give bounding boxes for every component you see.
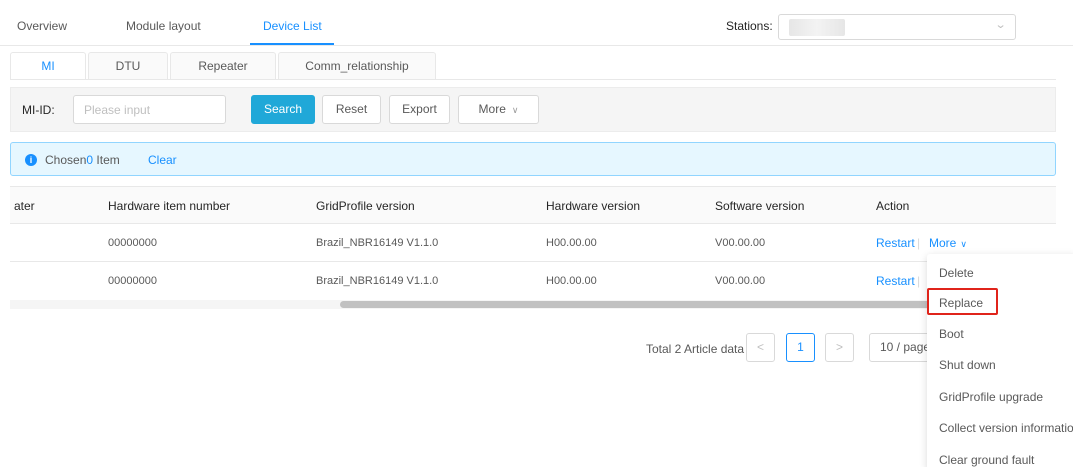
tab-device-list[interactable]: Device List (263, 0, 322, 46)
cell-software-version: V00.00.00 (715, 237, 766, 249)
cell-gridprofile-version: Brazil_NBR16149 V1.1.0 (316, 237, 439, 249)
prev-page-button[interactable]: < (746, 333, 775, 362)
subtab-repeater[interactable]: Repeater (170, 52, 276, 79)
menu-item-shut-down[interactable]: Shut down (939, 358, 996, 372)
export-button[interactable]: Export (389, 95, 450, 124)
cell-software-version: V00.00.00 (715, 275, 766, 287)
cell-hardware-version: H00.00.00 (546, 275, 597, 287)
replace-highlight-box (927, 288, 998, 315)
stations-selected-value (789, 19, 845, 36)
tab-overview[interactable]: Overview (17, 0, 67, 46)
stations-label: Stations: (726, 19, 773, 33)
column-header-repeater: ater (14, 199, 35, 213)
menu-item-boot[interactable]: Boot (939, 327, 964, 341)
column-header-gridprofile-version: GridProfile version (316, 199, 415, 213)
scrollbar-thumb[interactable] (340, 301, 940, 308)
cell-hardware-version: H00.00.00 (546, 237, 597, 249)
info-icon: i (25, 154, 37, 166)
page-1-button[interactable]: 1 (786, 333, 815, 362)
selection-count-text: Chosen0 Item (45, 153, 120, 167)
clear-selection-link[interactable]: Clear (148, 152, 177, 168)
restart-link[interactable]: Restart (876, 236, 915, 250)
menu-item-delete[interactable]: Delete (939, 266, 974, 280)
chevron-down-icon: ∨ (511, 105, 519, 115)
action-separator: | (917, 274, 921, 288)
chevron-down-icon: ⌄ (994, 19, 1007, 31)
column-header-action: Action (876, 199, 910, 213)
cell-hardware-item-number: 00000000 (108, 237, 157, 249)
total-count-text: Total 2 Article data (646, 342, 745, 356)
active-tab-indicator (250, 43, 334, 45)
menu-item-collect-version-information[interactable]: Collect version information (939, 421, 1073, 435)
menu-item-clear-ground-fault[interactable]: Clear ground fault (939, 453, 1034, 467)
column-header-hardware-version: Hardware version (546, 199, 641, 213)
more-filter-label: More (478, 102, 506, 116)
stations-select[interactable]: ⌄ (778, 14, 1016, 40)
more-actions-link[interactable]: More ∨ (929, 236, 967, 251)
search-button[interactable]: Search (251, 95, 315, 124)
selection-alert: i Chosen0 Item Clear (10, 142, 1056, 176)
row-divider (10, 261, 1056, 262)
chevron-down-icon: ∨ (960, 239, 967, 249)
column-header-hardware-item-number: Hardware item number (108, 199, 231, 213)
next-page-button[interactable]: > (825, 333, 854, 362)
column-header-software-version: Software version (715, 199, 805, 213)
subtab-mi[interactable]: MI (10, 52, 86, 80)
mi-id-input[interactable] (73, 95, 226, 124)
action-separator: | (917, 236, 921, 250)
menu-item-gridprofile-upgrade[interactable]: GridProfile upgrade (939, 390, 1043, 404)
reset-button[interactable]: Reset (322, 95, 381, 124)
subtab-divider (10, 79, 1056, 80)
subtab-comm-relationship[interactable]: Comm_relationship (278, 52, 436, 79)
subtab-dtu[interactable]: DTU (88, 52, 168, 79)
cell-hardware-item-number: 00000000 (108, 275, 157, 287)
cell-gridprofile-version: Brazil_NBR16149 V1.1.0 (316, 275, 439, 287)
restart-link[interactable]: Restart (876, 274, 915, 288)
mi-id-label: MI-ID: (22, 103, 55, 117)
tab-module-layout[interactable]: Module layout (126, 0, 201, 46)
more-filter-button[interactable]: More ∨ (458, 95, 539, 124)
